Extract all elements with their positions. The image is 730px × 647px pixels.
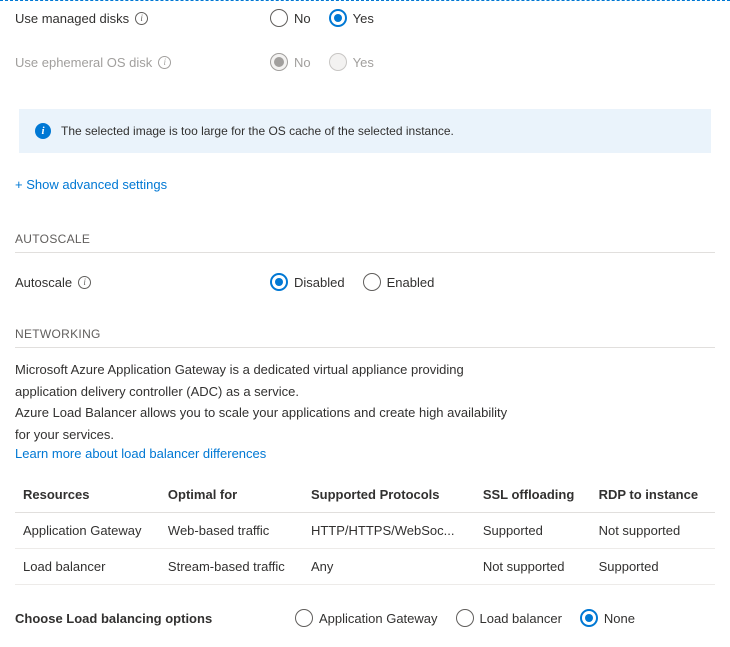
cell-optimal: Web-based traffic [160,513,303,549]
cell-resources: Load balancer [15,549,160,585]
cell-protocols: HTTP/HTTPS/WebSoc... [303,513,475,549]
desc-line: application delivery controller (ADC) as… [15,382,715,402]
managed-disks-yes-radio[interactable]: Yes [329,9,374,27]
cell-optimal: Stream-based traffic [160,549,303,585]
info-icon[interactable]: i [78,276,91,289]
show-advanced-settings-link[interactable]: + Show advanced settings [15,177,167,192]
radio-label: Application Gateway [319,611,438,626]
cell-resources: Application Gateway [15,513,160,549]
radio-label: No [294,55,311,70]
table-row: Load balancer Stream-based traffic Any N… [15,549,715,585]
lb-option-gateway-radio[interactable]: Application Gateway [295,609,438,627]
radio-label: None [604,611,635,626]
cell-ssl: Not supported [475,549,591,585]
use-managed-disks-label: Use managed disks i [15,11,270,26]
info-icon[interactable]: i [158,56,171,69]
lb-comparison-table: Resources Optimal for Supported Protocol… [15,477,715,585]
col-optimal: Optimal for [160,477,303,513]
col-rdp: RDP to instance [591,477,715,513]
radio-label: Yes [353,11,374,26]
label-text: Use ephemeral OS disk [15,55,152,70]
radio-label: Disabled [294,275,345,290]
use-ephemeral-os-label: Use ephemeral OS disk i [15,55,270,70]
col-ssl: SSL offloading [475,477,591,513]
info-banner: i The selected image is too large for th… [19,109,711,153]
radio-label: Yes [353,55,374,70]
label-text: Autoscale [15,275,72,290]
cell-ssl: Supported [475,513,591,549]
networking-description: Microsoft Azure Application Gateway is a… [15,360,715,444]
cell-rdp: Not supported [591,513,715,549]
autoscale-enabled-radio[interactable]: Enabled [363,273,435,291]
radio-label: No [294,11,311,26]
desc-line: for your services. [15,425,715,445]
radio-label: Load balancer [480,611,562,626]
ephemeral-os-no-radio: No [270,53,311,71]
radio-label: Enabled [387,275,435,290]
autoscale-label: Autoscale i [15,275,270,290]
networking-section-header: NETWORKING [15,327,715,348]
lb-option-loadbalancer-radio[interactable]: Load balancer [456,609,562,627]
lb-option-none-radio[interactable]: None [580,609,635,627]
cell-rdp: Supported [591,549,715,585]
table-row: Application Gateway Web-based traffic HT… [15,513,715,549]
info-icon: i [35,123,51,139]
col-protocols: Supported Protocols [303,477,475,513]
col-resources: Resources [15,477,160,513]
choose-lb-label: Choose Load balancing options [15,611,295,626]
autoscale-disabled-radio[interactable]: Disabled [270,273,345,291]
info-message: The selected image is too large for the … [61,124,454,138]
info-icon[interactable]: i [135,12,148,25]
autoscale-section-header: AUTOSCALE [15,232,715,253]
desc-line: Microsoft Azure Application Gateway is a… [15,360,715,380]
cell-protocols: Any [303,549,475,585]
learn-more-lb-link[interactable]: Learn more about load balancer differenc… [15,446,266,461]
managed-disks-no-radio[interactable]: No [270,9,311,27]
desc-line: Azure Load Balancer allows you to scale … [15,403,715,423]
label-text: Use managed disks [15,11,129,26]
ephemeral-os-yes-radio: Yes [329,53,374,71]
